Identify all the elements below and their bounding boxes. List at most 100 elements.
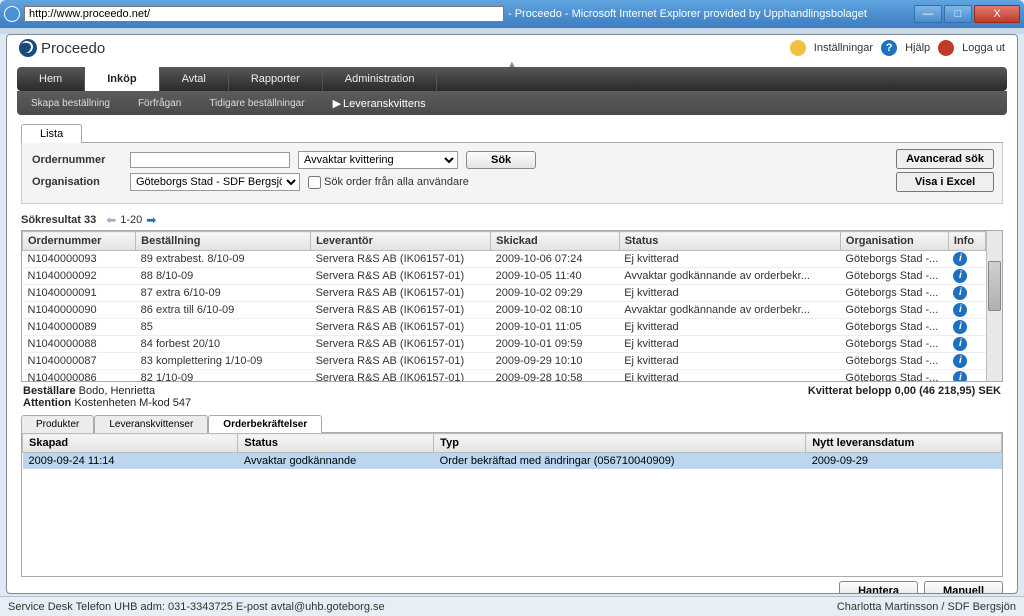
status-select[interactable]: Avvaktar kvittering bbox=[298, 151, 458, 169]
nav-hem[interactable]: Hem bbox=[17, 67, 85, 91]
cell-best: 89 extrabest. 8/10-09 bbox=[136, 251, 311, 268]
ordernummer-label: Ordernummer bbox=[32, 154, 122, 166]
cell-org: Göteborgs Stad -... bbox=[840, 285, 948, 302]
page-range: 1-20 bbox=[120, 214, 142, 226]
status-bar: Service Desk Telefon UHB adm: 031-334372… bbox=[0, 596, 1024, 616]
info-icon[interactable]: i bbox=[953, 320, 967, 334]
info-icon[interactable]: i bbox=[953, 269, 967, 283]
col-info[interactable]: Info bbox=[948, 232, 985, 251]
subnav-tidigare[interactable]: Tidigare beställningar bbox=[195, 98, 318, 109]
nav-rapporter[interactable]: Rapporter bbox=[229, 67, 323, 91]
cell-stat: Ej kvitterad bbox=[619, 353, 840, 370]
col-organisation[interactable]: Organisation bbox=[840, 232, 948, 251]
sub-nav: Skapa beställning Förfrågan Tidigare bes… bbox=[17, 91, 1007, 115]
cell-stat: Ej kvitterad bbox=[619, 319, 840, 336]
tab-leveranskvittenser[interactable]: Leveranskvittenser bbox=[94, 415, 208, 433]
cell-ord: N1040000088 bbox=[23, 336, 136, 353]
tab-orderbekraftelser[interactable]: Orderbekräftelser bbox=[208, 415, 322, 433]
cell-org: Göteborgs Stad -... bbox=[840, 251, 948, 268]
nav-administration[interactable]: Administration bbox=[323, 67, 438, 91]
scrollbar[interactable] bbox=[986, 231, 1002, 381]
nav-inkop[interactable]: Inköp bbox=[85, 67, 159, 91]
settings-link[interactable]: Inställningar bbox=[814, 42, 873, 54]
main-nav: Hem Inköp Avtal Rapporter Administration bbox=[17, 67, 1007, 91]
cell-skick: 2009-10-05 11:40 bbox=[491, 268, 620, 285]
help-link[interactable]: Hjälp bbox=[905, 42, 930, 54]
cell-best: 88 8/10-09 bbox=[136, 268, 311, 285]
table-row[interactable]: N104000009086 extra till 6/10-09Servera … bbox=[23, 302, 986, 319]
detail-row[interactable]: 2009-09-24 11:14 Avvaktar godkännande Or… bbox=[23, 453, 1002, 470]
cell-info: i bbox=[948, 251, 985, 268]
logo: Proceedo bbox=[19, 39, 105, 57]
all-users-label: Sök order från alla användare bbox=[324, 176, 469, 188]
cell-lev: Servera R&S AB (IK06157-01) bbox=[311, 319, 491, 336]
cell-ord: N1040000090 bbox=[23, 302, 136, 319]
col-skickad[interactable]: Skickad bbox=[491, 232, 620, 251]
cell-skick: 2009-09-29 10:10 bbox=[491, 353, 620, 370]
maximize-button[interactable]: □ bbox=[944, 5, 972, 23]
settings-icon bbox=[790, 40, 806, 56]
table-row[interactable]: N104000008783 komplettering 1/10-09Serve… bbox=[23, 353, 986, 370]
detail-grid: Skapad Status Typ Nytt leveransdatum 200… bbox=[21, 433, 1003, 577]
dcol-nytt[interactable]: Nytt leveransdatum bbox=[806, 434, 1002, 453]
cell-org: Göteborgs Stad -... bbox=[840, 336, 948, 353]
info-icon[interactable]: i bbox=[953, 371, 967, 381]
col-ordernummer[interactable]: Ordernummer bbox=[23, 232, 136, 251]
table-row[interactable]: N104000008682 1/10-09Servera R&S AB (IK0… bbox=[23, 370, 986, 382]
subnav-skapa[interactable]: Skapa beställning bbox=[17, 98, 124, 109]
scrollbar-thumb[interactable] bbox=[988, 261, 1001, 311]
logo-text: Proceedo bbox=[41, 40, 105, 57]
table-row[interactable]: N104000008985Servera R&S AB (IK06157-01)… bbox=[23, 319, 986, 336]
advanced-search-button[interactable]: Avancerad sök bbox=[896, 149, 994, 169]
nav-avtal[interactable]: Avtal bbox=[160, 67, 229, 91]
subnav-forfragan[interactable]: Förfrågan bbox=[124, 98, 195, 109]
tab-produkter[interactable]: Produkter bbox=[21, 415, 94, 433]
pager: ⬅ 1-20 ➡ bbox=[106, 213, 156, 227]
dcol-status[interactable]: Status bbox=[238, 434, 434, 453]
cell-ord: N1040000091 bbox=[23, 285, 136, 302]
cell-org: Göteborgs Stad -... bbox=[840, 268, 948, 285]
info-icon[interactable]: i bbox=[953, 303, 967, 317]
col-status[interactable]: Status bbox=[619, 232, 840, 251]
cell-skick: 2009-10-02 09:29 bbox=[491, 285, 620, 302]
app-header: Proceedo Inställningar ? Hjälp Logga ut bbox=[7, 35, 1017, 61]
next-page-icon[interactable]: ➡ bbox=[146, 213, 156, 227]
excel-button[interactable]: Visa i Excel bbox=[896, 172, 994, 192]
dcol-skapad[interactable]: Skapad bbox=[23, 434, 238, 453]
detail-nytt: 2009-09-29 bbox=[806, 453, 1002, 470]
cell-ord: N1040000093 bbox=[23, 251, 136, 268]
all-users-checkbox[interactable] bbox=[308, 176, 321, 189]
cell-ord: N1040000087 bbox=[23, 353, 136, 370]
results-grid[interactable]: Ordernummer Beställning Leverantör Skick… bbox=[22, 231, 986, 381]
cell-stat: Avvaktar godkännande av orderbekr... bbox=[619, 268, 840, 285]
info-icon[interactable]: i bbox=[953, 337, 967, 351]
organisation-select[interactable]: Göteborgs Stad - SDF Bergsjön Int... bbox=[130, 173, 300, 191]
table-row[interactable]: N104000009187 extra 6/10-09Servera R&S A… bbox=[23, 285, 986, 302]
table-row[interactable]: N104000009288 8/10-09Servera R&S AB (IK0… bbox=[23, 268, 986, 285]
cell-best: 85 bbox=[136, 319, 311, 336]
cell-info: i bbox=[948, 268, 985, 285]
prev-page-icon[interactable]: ⬅ bbox=[106, 213, 116, 227]
table-row[interactable]: N104000009389 extrabest. 8/10-09Servera … bbox=[23, 251, 986, 268]
hantera-button[interactable]: Hantera bbox=[839, 581, 918, 594]
address-bar[interactable] bbox=[24, 6, 504, 22]
col-bestallning[interactable]: Beställning bbox=[136, 232, 311, 251]
tab-lista[interactable]: Lista bbox=[21, 124, 82, 143]
col-leverantor[interactable]: Leverantör bbox=[311, 232, 491, 251]
subnav-leveranskvittens[interactable]: ▶Leveranskvittens bbox=[319, 97, 440, 110]
table-row[interactable]: N104000008884 forbest 20/10Servera R&S A… bbox=[23, 336, 986, 353]
cell-best: 87 extra 6/10-09 bbox=[136, 285, 311, 302]
window-title: - Proceedo - Microsoft Internet Explorer… bbox=[508, 8, 867, 20]
close-button[interactable]: X bbox=[974, 5, 1020, 23]
info-icon[interactable]: i bbox=[953, 286, 967, 300]
minimize-button[interactable]: — bbox=[914, 5, 942, 23]
app-frame: Proceedo Inställningar ? Hjälp Logga ut … bbox=[6, 34, 1018, 594]
info-icon[interactable]: i bbox=[953, 354, 967, 368]
arrow-right-icon: ▶ bbox=[333, 98, 341, 110]
ordernummer-input[interactable] bbox=[130, 152, 290, 168]
manuell-button[interactable]: Manuell bbox=[924, 581, 1003, 594]
search-button[interactable]: Sök bbox=[466, 151, 536, 169]
dcol-typ[interactable]: Typ bbox=[434, 434, 806, 453]
info-icon[interactable]: i bbox=[953, 252, 967, 266]
logout-link[interactable]: Logga ut bbox=[962, 42, 1005, 54]
